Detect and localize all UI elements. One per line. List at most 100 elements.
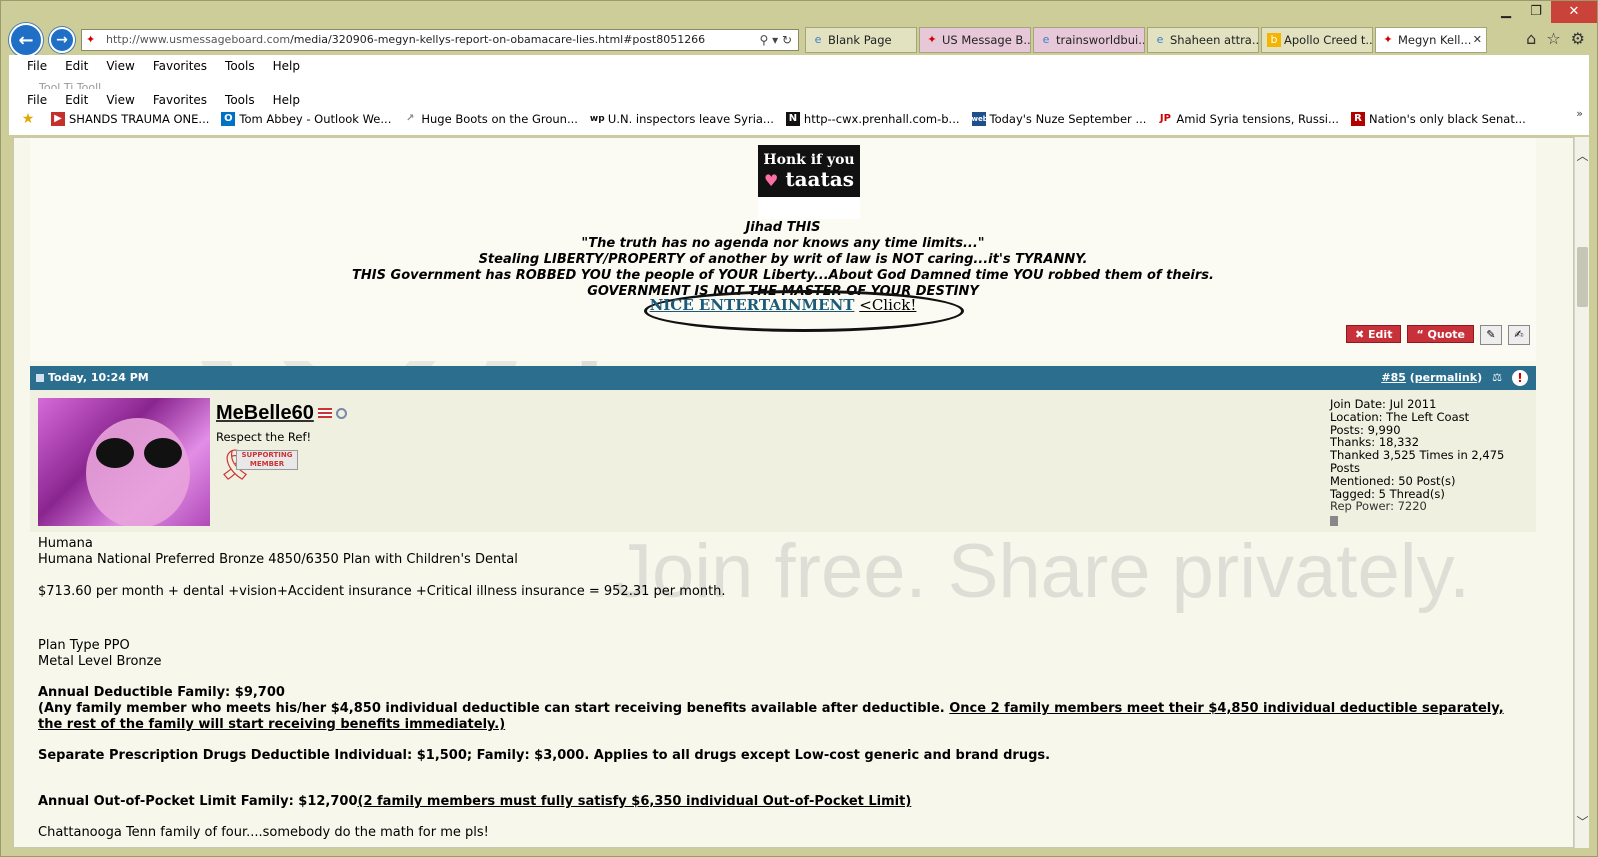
browser-toolbar-icons: ⌂ ☆ ⚙ [1526,29,1585,48]
r-icon: R [1350,112,1365,126]
tab-blank-page[interactable]: e Blank Page [805,27,917,53]
web-icon: web [971,112,988,126]
online-status-icon [335,408,347,419]
post-text: Chattanooga Tenn family of four....someb… [38,825,489,840]
forward-button[interactable]: → [49,27,75,53]
link-icon: ↗ [406,113,415,124]
refresh-icon[interactable]: ↻ [782,33,792,47]
signature-line: THIS Government has ROBBED YOU the peopl… [352,268,1214,283]
user-info-panel: MeBelle60 Respect the Ref! 🎗 SUPPORTING … [30,390,1536,532]
home-icon[interactable]: ⌂ [1526,29,1536,48]
quote-button[interactable]: “ Quote [1407,325,1474,343]
menu-file[interactable]: File [27,59,47,73]
favorite-label: Amid Syria tensions, Russi... [1176,112,1339,126]
menu-edit[interactable]: Edit [65,59,88,73]
menu-tools[interactable]: Tools [225,93,255,107]
menu-file[interactable]: File [27,93,47,107]
menu-view[interactable]: View [106,59,134,73]
wp-icon: wp [589,114,605,124]
multiquote-icon[interactable]: ✎ [1480,325,1502,345]
permalink-link[interactable]: permalink [1415,371,1477,384]
close-tab-icon[interactable]: ✕ [1473,28,1482,52]
menu-favorites[interactable]: Favorites [153,59,207,73]
close-window-button[interactable]: ✕ [1551,1,1597,23]
tab-label: trainsworldbui... [1056,33,1145,47]
favorite-link[interactable]: R Nation's only black Senat... [1350,112,1526,126]
avatar[interactable] [38,398,210,526]
chevron-right-icon[interactable]: » [1576,107,1583,120]
menu-help[interactable]: Help [273,93,300,107]
signature-block: Honk if you ♥ taatas Jihad THIS "The tru… [30,138,1536,361]
reputation-scales-icon[interactable]: ⚖ [1492,366,1502,390]
search-icon[interactable]: ⚲ [759,33,768,47]
scrollbar-thumb[interactable] [1577,247,1588,307]
menu-view[interactable]: View [106,93,134,107]
maximize-button[interactable]: ❐ [1521,1,1551,23]
signature-line: Stealing LIBERTY/PROPERTY of another by … [478,252,1088,267]
address-bar[interactable]: ✦ http://www.usmessageboard.com/media/32… [81,29,799,51]
post-text: Plan Type PPO [38,638,130,653]
scroll-down-icon[interactable]: ﹀ [1575,813,1590,830]
favorite-link[interactable]: O Tom Abbey - Outlook We... [221,112,391,126]
signature-line: "The truth has no agenda nor knows any t… [581,236,985,251]
stat-location: Location: The Left Coast [1330,409,1470,424]
menu-bar: File Edit View Favorites Tools Help [27,59,318,73]
nice-entertainment-link[interactable]: NICE ENTERTAINMENT [650,296,855,314]
post-number-link[interactable]: #85 [1381,371,1406,384]
tab-label: Shaheen attra... [1170,33,1259,47]
honk-sticker: Honk if you ♥ taatas [758,145,860,219]
site-favicon-icon: ✦ [86,33,96,46]
menu-tools[interactable]: Tools [225,59,255,73]
tab-strip: e Blank Page ✦ US Message B... e trainsworl… [805,27,1489,53]
n-icon: N [785,112,800,126]
edit-x-icon: ✖ [1355,328,1369,341]
edit-button[interactable]: ✖ Edit [1346,325,1402,343]
favorites-star-icon[interactable]: ☆ [1546,29,1560,48]
post-text-paragraph: (Any family member who meets his/her $4,… [38,701,1532,733]
click-link[interactable]: <Click! [859,296,916,314]
scroll-up-icon[interactable]: ︿ [1575,147,1590,164]
honk-line-2: taatas [785,167,854,191]
menu-ghost-text: Tool Ti Tooll [39,81,102,89]
favorite-link[interactable]: ▶ SHANDS TRAUMA ONE... [51,112,209,126]
favorite-link[interactable]: wp U.N. inspectors leave Syria... [590,112,774,126]
username-row: MeBelle60 [216,402,347,425]
favorites-add-icon[interactable]: ★ [21,112,39,126]
favorite-label: SHANDS TRAUMA ONE... [69,112,210,126]
favorite-link[interactable]: JP Amid Syria tensions, Russi... [1158,112,1339,126]
tab-us-message-board[interactable]: ✦ US Message B... [919,27,1031,53]
tab-label: US Message B... [942,33,1031,47]
minimize-button[interactable]: ▁ [1491,1,1521,23]
outlook-icon: O [221,112,236,126]
post-text-paragraph: Annual Out-of-Pocket Limit Family: $12,7… [38,794,1532,810]
vertical-scrollbar[interactable]: ︿ ﹀ [1574,137,1589,848]
tab-apollo-creed[interactable]: b Apollo Creed t... [1261,27,1373,53]
tab-shaheen[interactable]: e Shaheen attra... [1147,27,1259,53]
post-text: $713.60 per month + dental +vision+Accid… [38,584,726,599]
favorite-link[interactable]: web Today's Nuze September ... [971,112,1146,126]
stat-mentioned: Mentioned: 50 Post(s) [1330,473,1456,488]
dropdown-icon[interactable]: ▾ [772,33,778,47]
favorite-label: Huge Boots on the Groun... [421,112,578,126]
user-stats: Join Date: Jul 2011 Location: The Left C… [1330,398,1536,529]
quick-reply-icon[interactable]: ✍ [1508,325,1530,345]
heart-icon: ♥ [764,171,779,190]
menu-favorites[interactable]: Favorites [153,93,207,107]
signature-line: Jihad THIS [745,220,821,235]
user-title: Respect the Ref! [216,430,312,444]
back-button[interactable]: ← [9,23,43,57]
quote-label: Quote [1427,328,1465,341]
navigation-bar: ← → ✦ http://www.usmessageboard.com/medi… [9,23,1589,57]
username-link[interactable]: MeBelle60 [216,402,314,424]
tab-megyn-kelly[interactable]: ✦ Megyn Kell... ✕ [1375,27,1487,53]
favorite-link[interactable]: ↗ Huge Boots on the Groun... [403,112,578,126]
settings-gear-icon[interactable]: ⚙ [1571,29,1585,48]
report-warning-icon[interactable]: ! [1512,370,1528,386]
tab-trainsworld[interactable]: e trainsworldbui... [1033,27,1145,53]
favorite-link[interactable]: Nhttp--cwx.prenhall.com-b... [785,112,960,126]
menu-edit[interactable]: Edit [65,93,88,107]
menu-help[interactable]: Help [273,59,300,73]
jp-icon: JP [1159,113,1171,124]
bing-icon: b [1267,33,1281,47]
tab-label: Megyn Kell... [1398,33,1472,47]
